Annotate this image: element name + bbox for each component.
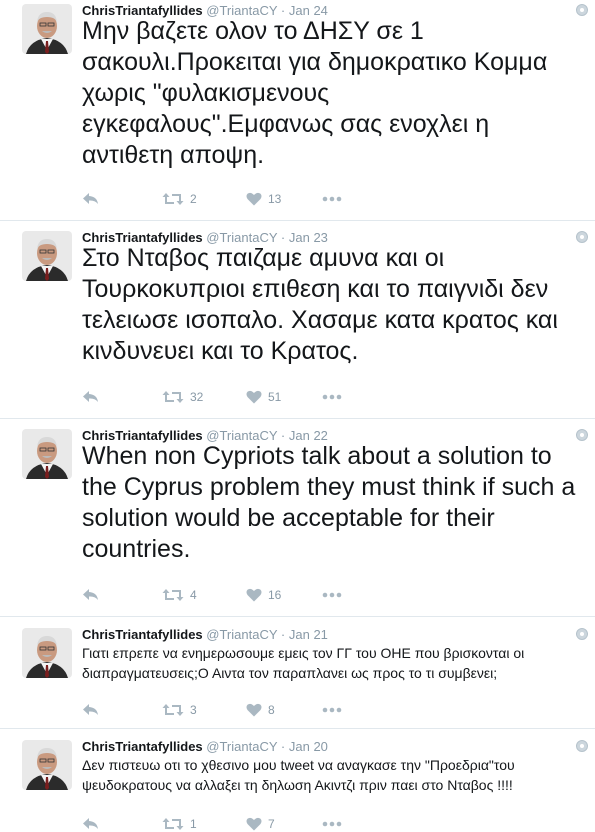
retweet-button[interactable]: 2 bbox=[162, 191, 197, 207]
dropdown-caret-icon[interactable] bbox=[576, 628, 588, 640]
tweet[interactable]: ChrisTriantafyllides @TriantaCY · Jan 22… bbox=[0, 425, 595, 617]
heart-icon bbox=[246, 390, 262, 404]
retweet-icon bbox=[162, 391, 184, 403]
like-count: 51 bbox=[268, 390, 282, 404]
like-button[interactable]: 13 bbox=[246, 191, 281, 207]
tweet-text: Μην βαζετε ολον το ΔΗΣΥ σε 1 σακουλι.Προ… bbox=[82, 17, 548, 169]
more-button[interactable] bbox=[322, 587, 342, 603]
like-count: 16 bbox=[268, 588, 282, 602]
reply-button[interactable] bbox=[82, 389, 100, 405]
retweet-icon bbox=[162, 704, 184, 716]
tweet-text: When non Cypriots talk about a solution … bbox=[82, 442, 576, 563]
retweet-button[interactable]: 4 bbox=[162, 587, 197, 603]
tweet-header: ChrisTriantafyllides @TriantaCY · Jan 20 bbox=[82, 739, 328, 755]
retweet-count: 3 bbox=[190, 703, 197, 717]
reply-icon bbox=[83, 589, 98, 600]
author-name[interactable]: ChrisTriantafyllides bbox=[82, 739, 203, 754]
tweet-feed: ChrisTriantafyllides @TriantaCY · Jan 24… bbox=[0, 0, 595, 831]
reply-icon bbox=[83, 193, 98, 204]
like-count: 8 bbox=[268, 703, 275, 717]
tweet[interactable]: ChrisTriantafyllides @TriantaCY · Jan 24… bbox=[0, 0, 595, 221]
tweet-text: Δεν πιστευω οτι το χθεσινο μου tweet να … bbox=[82, 757, 515, 793]
retweet-button[interactable]: 32 bbox=[162, 389, 203, 405]
more-button[interactable] bbox=[322, 389, 342, 405]
more-dots-icon bbox=[322, 196, 342, 202]
retweet-icon bbox=[162, 193, 184, 205]
retweet-count: 4 bbox=[190, 588, 197, 602]
retweet-icon bbox=[162, 589, 184, 601]
avatar[interactable] bbox=[22, 231, 72, 281]
reply-button[interactable] bbox=[82, 587, 100, 603]
separator-dot: · bbox=[280, 739, 286, 754]
reply-icon bbox=[83, 704, 98, 715]
like-button[interactable]: 8 bbox=[246, 702, 275, 718]
like-button[interactable]: 51 bbox=[246, 389, 281, 405]
avatar[interactable] bbox=[22, 740, 72, 790]
author-name[interactable]: ChrisTriantafyllides bbox=[82, 627, 203, 642]
retweet-count: 32 bbox=[190, 390, 204, 404]
heart-icon bbox=[246, 703, 262, 717]
dropdown-caret-icon[interactable] bbox=[576, 4, 588, 16]
retweet-count: 1 bbox=[190, 817, 197, 831]
separator-dot: · bbox=[280, 627, 286, 642]
tweet-date[interactable]: Jan 21 bbox=[289, 627, 328, 642]
tweet-text: Γιατι επρεπε να ενημερωσουμε εμεις τον Γ… bbox=[82, 645, 525, 681]
reply-icon bbox=[83, 391, 98, 402]
tweet-text: Στο Νταβος παιζαμε αμυνα και οι Τουρκοκυ… bbox=[82, 244, 558, 365]
tweet[interactable]: ChrisTriantafyllides @TriantaCY · Jan 20… bbox=[0, 736, 595, 831]
tweet[interactable]: ChrisTriantafyllides @TriantaCY · Jan 23… bbox=[0, 227, 595, 419]
dropdown-caret-icon[interactable] bbox=[576, 429, 588, 441]
heart-icon bbox=[246, 588, 262, 602]
more-button[interactable] bbox=[322, 702, 342, 718]
more-button[interactable] bbox=[322, 816, 342, 832]
avatar[interactable] bbox=[22, 429, 72, 479]
reply-button[interactable] bbox=[82, 191, 100, 207]
reply-icon bbox=[83, 818, 98, 829]
more-dots-icon bbox=[322, 821, 342, 827]
more-dots-icon bbox=[322, 592, 342, 598]
heart-icon bbox=[246, 817, 262, 831]
like-count: 7 bbox=[268, 817, 275, 831]
avatar[interactable] bbox=[22, 4, 72, 54]
heart-icon bbox=[246, 192, 262, 206]
retweet-button[interactable]: 3 bbox=[162, 702, 197, 718]
retweet-button[interactable]: 1 bbox=[162, 816, 197, 832]
more-button[interactable] bbox=[322, 191, 342, 207]
more-dots-icon bbox=[322, 707, 342, 713]
author-handle[interactable]: @TriantaCY bbox=[206, 739, 277, 754]
retweet-count: 2 bbox=[190, 192, 197, 206]
avatar[interactable] bbox=[22, 628, 72, 678]
like-count: 13 bbox=[268, 192, 282, 206]
dropdown-caret-icon[interactable] bbox=[576, 740, 588, 752]
reply-button[interactable] bbox=[82, 816, 100, 832]
author-handle[interactable]: @TriantaCY bbox=[206, 627, 277, 642]
like-button[interactable]: 7 bbox=[246, 816, 275, 832]
like-button[interactable]: 16 bbox=[246, 587, 281, 603]
retweet-icon bbox=[162, 818, 184, 830]
tweet[interactable]: ChrisTriantafyllides @TriantaCY · Jan 21… bbox=[0, 624, 595, 729]
more-dots-icon bbox=[322, 394, 342, 400]
tweet-header: ChrisTriantafyllides @TriantaCY · Jan 21 bbox=[82, 627, 328, 643]
reply-button[interactable] bbox=[82, 702, 100, 718]
tweet-date[interactable]: Jan 20 bbox=[289, 739, 328, 754]
dropdown-caret-icon[interactable] bbox=[576, 231, 588, 243]
